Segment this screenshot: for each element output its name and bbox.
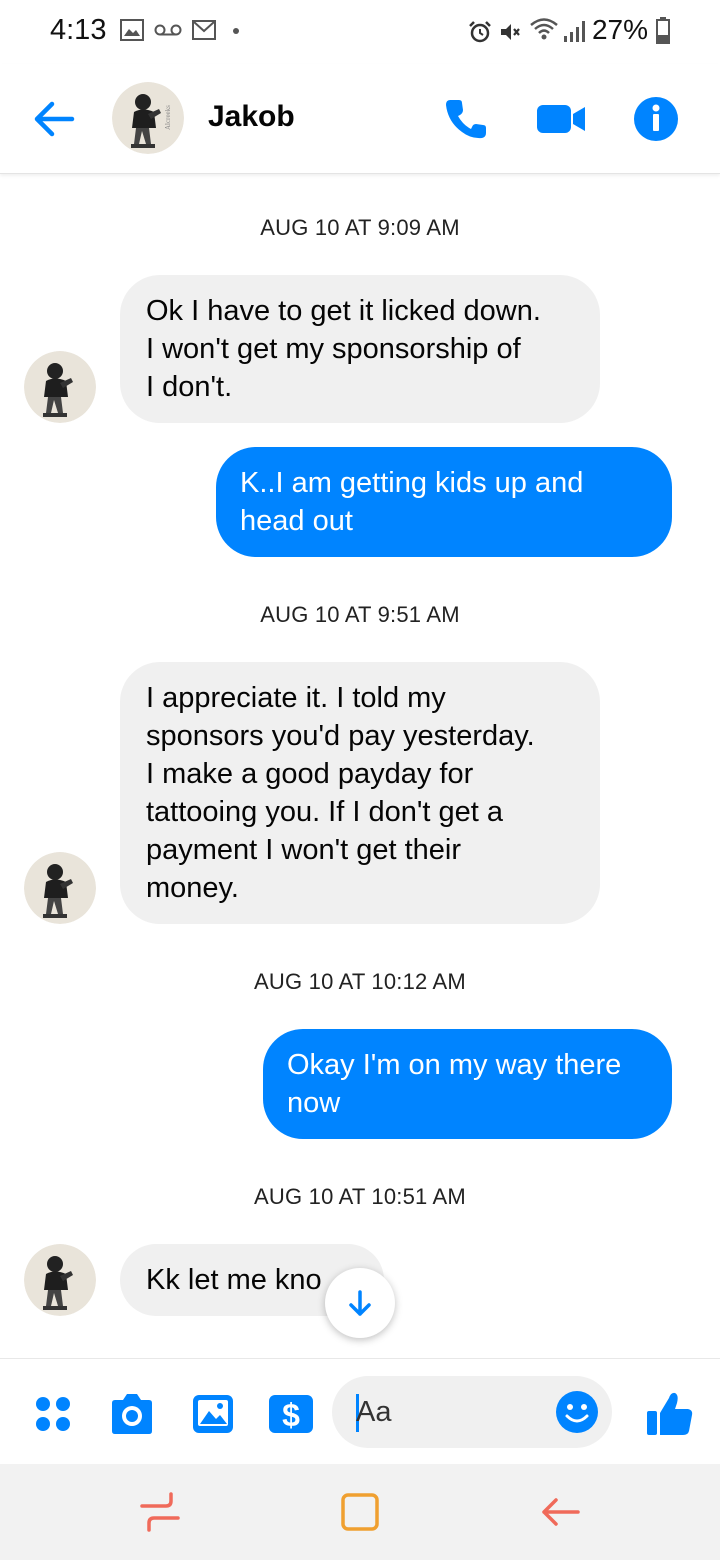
wifi-icon	[530, 18, 558, 40]
avatar-photo: Alcreeks	[112, 82, 184, 154]
avatar[interactable]	[24, 1244, 96, 1316]
timestamp: AUG 10 AT 10:12 AM	[254, 969, 466, 994]
message-line: I appreciate it. I told my	[146, 682, 446, 714]
message-line: Okay I'm on my way there	[287, 1049, 622, 1081]
timestamp: AUG 10 AT 9:09 AM	[260, 215, 460, 240]
message-composer: $	[0, 1358, 720, 1464]
battery-percent: 27%	[591, 14, 648, 45]
message-bubble-outgoing[interactable]: K..I am getting kids up and head out	[216, 447, 672, 557]
thumbs-up-icon[interactable]	[645, 1389, 695, 1439]
message-line: I won't get my sponsorship of	[146, 333, 521, 365]
mute-icon	[501, 24, 520, 40]
camera-icon[interactable]	[107, 1389, 157, 1439]
timestamp: AUG 10 AT 9:51 AM	[260, 602, 460, 627]
status-bar: 4:13 27%	[0, 0, 720, 64]
message-line: I don't.	[146, 371, 233, 403]
image-notification-icon	[120, 19, 144, 41]
contact-name[interactable]: Jakob	[208, 100, 295, 134]
message-bubble-incoming[interactable]: Ok I have to get it licked down. I won't…	[120, 275, 600, 423]
recent-apps-icon[interactable]	[138, 1490, 182, 1534]
message-line: head out	[240, 505, 353, 537]
back-icon[interactable]	[538, 1490, 582, 1534]
avatar-photo	[24, 1244, 96, 1316]
message-line: Ok I have to get it licked down.	[146, 295, 541, 327]
info-icon[interactable]	[630, 94, 686, 144]
avatar[interactable]	[24, 351, 96, 423]
chat-header: Alcreeks Jakob	[0, 64, 720, 174]
message-line: now	[287, 1087, 341, 1119]
message-line: sponsors you'd pay yesterday.	[146, 720, 535, 752]
message-bubble-outgoing[interactable]: Okay I'm on my way there now	[263, 1029, 672, 1139]
message-line: I make a good payday for	[146, 758, 474, 790]
video-camera-icon[interactable]	[534, 94, 590, 144]
scroll-to-bottom-button[interactable]	[325, 1268, 395, 1338]
back-arrow-icon[interactable]	[28, 94, 84, 144]
message-line: money.	[146, 872, 239, 904]
signal-icon	[564, 21, 585, 42]
avatar-photo	[24, 351, 96, 423]
svg-text:Alcreeks: Alcreeks	[164, 105, 172, 130]
home-icon[interactable]	[338, 1490, 382, 1534]
gallery-icon[interactable]	[189, 1389, 239, 1439]
message-field[interactable]	[332, 1376, 612, 1448]
message-line: payment I won't get their	[146, 834, 462, 866]
message-line: K..I am getting kids up and	[240, 467, 584, 499]
message-line: tattooing you. If I don't get a	[146, 796, 504, 828]
menu-dots-icon[interactable]	[30, 1389, 80, 1439]
message-bubble-incoming[interactable]: I appreciate it. I told my sponsors you'…	[120, 662, 600, 924]
alarm-icon	[469, 21, 491, 43]
gmail-icon	[192, 20, 216, 40]
arrow-down-icon	[349, 1290, 371, 1316]
avatar[interactable]: Alcreeks	[112, 82, 184, 154]
message-input[interactable]	[356, 1390, 556, 1434]
dot-icon	[233, 28, 239, 34]
avatar-photo	[24, 852, 96, 924]
system-navigation-bar	[0, 1464, 720, 1560]
emoji-icon[interactable]	[554, 1389, 600, 1435]
status-time: 4:13	[50, 14, 107, 46]
avatar[interactable]	[24, 852, 96, 924]
phone-icon[interactable]	[438, 94, 494, 144]
payment-icon[interactable]: $	[266, 1389, 316, 1439]
battery-icon	[656, 17, 670, 44]
timestamp: AUG 10 AT 10:51 AM	[254, 1184, 466, 1209]
voicemail-icon	[154, 24, 182, 36]
svg-text:$: $	[282, 1397, 300, 1433]
